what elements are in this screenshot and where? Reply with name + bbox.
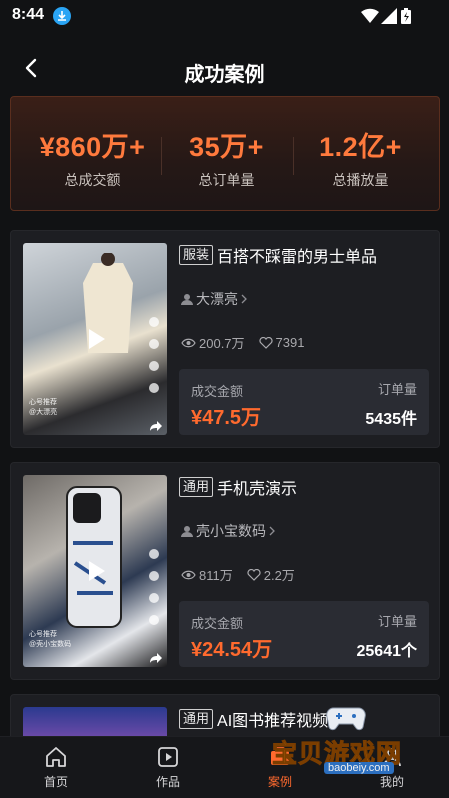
download-icon [53, 7, 71, 25]
case-title: 百搭不踩雷的男士单品 [217, 249, 378, 266]
heart-icon [258, 336, 273, 349]
order-count: 25641个 [356, 643, 418, 660]
thumb-caption: 心号推荐 [29, 399, 57, 406]
deal-amount: ¥24.54万 [191, 639, 273, 661]
gamepad-icon [326, 707, 366, 731]
stat-label: 总播放量 [332, 172, 389, 188]
video-side-actions [149, 317, 163, 405]
video-side-actions [149, 549, 163, 637]
metrics-row: 811万 2.2万 [181, 565, 295, 584]
deal-label: 成交金额 [191, 616, 244, 631]
order-label: 订单量 [377, 382, 417, 397]
stat-total-sales: ¥860万+ 总成交额 [21, 125, 164, 190]
user-icon [181, 526, 193, 537]
category-tag: 通用 [179, 477, 214, 497]
stat-total-orders: 35万+ 总订单量 [155, 125, 298, 190]
share-icon [150, 421, 162, 431]
status-bar: 8:44 [0, 0, 449, 32]
like-count: 2.2万 [263, 568, 295, 583]
tab-label: 案例 [267, 775, 292, 789]
category-tag: 服装 [179, 245, 214, 265]
like-count: 7391 [275, 335, 305, 350]
heart-icon [247, 568, 261, 581]
deal-label: 成交金额 [191, 384, 244, 399]
author-link[interactable]: 大漂亮 [181, 289, 251, 309]
author-link[interactable]: 壳小宝数码 [181, 521, 279, 541]
watermark-url: baobeiy.com [324, 762, 394, 774]
tab-label: 我的 [379, 775, 404, 789]
tab-label: 作品 [155, 775, 180, 789]
case-card[interactable]: 心号推荐 @壳小宝数码 通用 手机壳演示 壳小宝数码 811万 2.2万 成交金… [10, 462, 440, 680]
case-title: 手机壳演示 [217, 481, 298, 498]
stat-total-plays: 1.2亿+ 总播放量 [289, 125, 432, 190]
video-thumbnail[interactable]: 心号推荐 @大漂亮 [23, 243, 167, 435]
stat-label: 总成交额 [64, 172, 121, 188]
order-count: 5435件 [365, 411, 417, 428]
play-icon[interactable] [80, 556, 110, 586]
case-card[interactable]: 心号推荐 @大漂亮 服装 百搭不踩雷的男士单品 大漂亮 200.7万 7391 … [10, 230, 440, 448]
stat-label: 总订单量 [198, 172, 255, 188]
stat-value: 35万+ [189, 132, 264, 162]
author-name: 大漂亮 [196, 291, 238, 307]
stat-value: ¥860万+ [39, 132, 146, 162]
stat-value: 1.2亿+ [319, 132, 402, 162]
thumb-caption: 心号推荐 [29, 631, 57, 638]
tab-works[interactable]: 作品 [133, 745, 203, 790]
author-name: 壳小宝数码 [196, 523, 266, 539]
page-title: 成功案例 [184, 64, 265, 86]
view-count: 200.7万 [199, 336, 245, 351]
video-icon [158, 747, 178, 767]
wifi-icon [361, 8, 379, 23]
share-icon [150, 653, 162, 663]
user-icon [181, 294, 193, 305]
tab-label: 首页 [43, 775, 68, 789]
order-label: 订单量 [377, 614, 417, 629]
video-thumbnail[interactable]: 心号推荐 @壳小宝数码 [23, 475, 167, 667]
signal-icon [381, 8, 397, 24]
view-count: 811万 [199, 568, 233, 583]
status-time: 8:44 [12, 6, 45, 23]
play-icon[interactable] [80, 324, 110, 354]
metrics-row: 200.7万 7391 [181, 333, 304, 352]
watermark-logo: 宝贝游戏网 baobeiy.com [270, 704, 445, 776]
nav-bar: 成功案例 [0, 42, 449, 96]
eye-icon [181, 338, 196, 347]
case-title-row: 服装 百搭不踩雷的男士单品 [179, 243, 429, 267]
home-icon [46, 747, 66, 767]
deal-summary: 成交金额 ¥47.5万 订单量 5435件 [179, 369, 429, 435]
deal-amount: ¥47.5万 [191, 407, 262, 429]
thumb-user: @大漂亮 [29, 409, 58, 416]
thumb-user: @壳小宝数码 [29, 641, 72, 648]
category-tag: 通用 [179, 709, 214, 729]
chevron-right-icon [269, 526, 275, 536]
stats-panel: ¥860万+ 总成交额 35万+ 总订单量 1.2亿+ 总播放量 [10, 96, 440, 211]
eye-icon [181, 570, 196, 579]
battery-icon [401, 8, 411, 24]
case-title-row: 通用 手机壳演示 [179, 475, 429, 499]
deal-summary: 成交金额 ¥24.54万 订单量 25641个 [179, 601, 429, 667]
status-icons [361, 8, 413, 24]
tab-home[interactable]: 首页 [21, 745, 91, 790]
chevron-right-icon [241, 294, 247, 304]
